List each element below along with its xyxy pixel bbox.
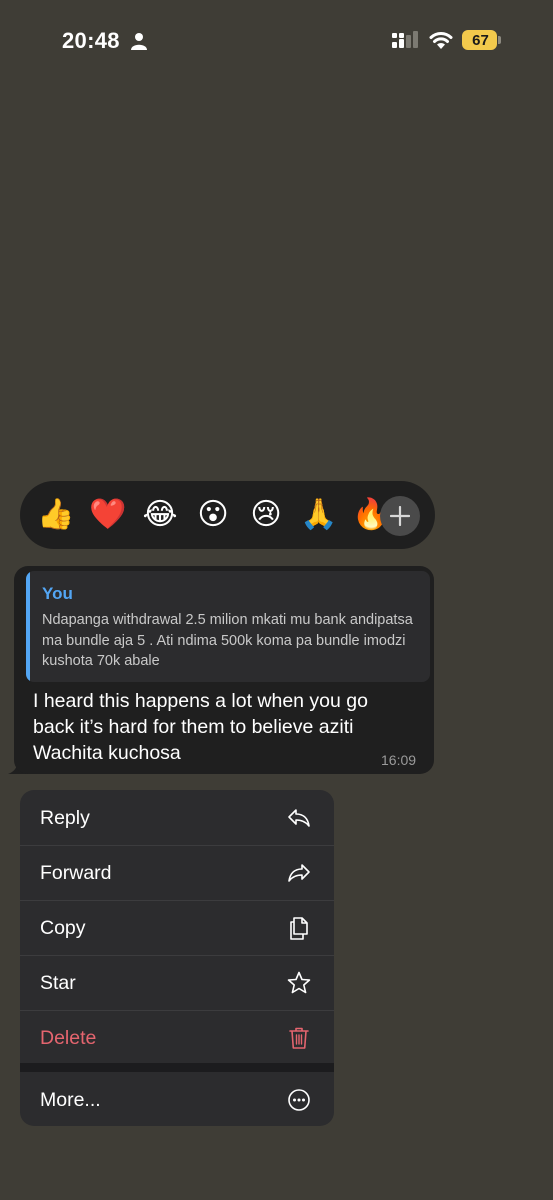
person-icon: [131, 33, 147, 50]
menu-item-label: Copy: [40, 917, 86, 939]
signal-icon: [392, 31, 418, 48]
menu-item-label: Forward: [40, 862, 112, 884]
menu-item-label: Reply: [40, 807, 90, 829]
reply-icon: [288, 809, 310, 827]
menu-section-gap: [20, 1063, 334, 1072]
quote-text: Ndapanga withdrawal 2.5 milion mkati mu …: [42, 612, 413, 669]
menu-item-copy[interactable]: Copy: [20, 900, 334, 955]
menu-item-forward[interactable]: Forward: [20, 845, 334, 900]
trash-icon: [289, 1027, 309, 1049]
status-time: 20:48: [62, 28, 120, 53]
message-time: 16:09: [381, 752, 417, 768]
quoted-message[interactable]: You Ndapanga withdrawal 2.5 milion mkati…: [26, 571, 430, 682]
reaction-pray[interactable]: 🙏: [299, 497, 339, 533]
wifi-icon: [429, 32, 453, 49]
menu-item-label: More...: [40, 1089, 101, 1111]
menu-item-star[interactable]: Star: [20, 955, 334, 1010]
quote-author: You: [42, 584, 73, 603]
reaction-cry[interactable]: 😢: [246, 497, 286, 533]
plus-icon: [390, 506, 410, 526]
quote-accent-bar: [26, 571, 30, 682]
menu-item-delete[interactable]: Delete: [20, 1010, 334, 1065]
forward-icon: [288, 864, 310, 882]
reaction-laugh[interactable]: 😂: [140, 497, 180, 533]
battery-level: 67: [462, 30, 497, 50]
menu-item-label: Delete: [40, 1027, 97, 1049]
menu-item-label: Star: [40, 972, 76, 994]
copy-icon: [290, 917, 308, 940]
more-icon: [288, 1089, 310, 1111]
battery-cap: [498, 36, 501, 44]
reaction-thumbs-up[interactable]: 👍: [36, 497, 76, 533]
menu-item-reply[interactable]: Reply: [20, 790, 334, 845]
more-reactions-button[interactable]: [380, 496, 420, 536]
menu-item-more[interactable]: More...: [20, 1072, 334, 1126]
message-text: I heard this happens a lot when you go b…: [33, 690, 368, 764]
battery-icon: 67: [462, 30, 502, 50]
reaction-heart[interactable]: ❤️: [88, 497, 128, 533]
context-menu: Reply Forward Copy Star Delete More...: [20, 790, 334, 1126]
reaction-bar: 👍 ❤️ 😂 😮 😢 🙏 🔥: [20, 481, 435, 549]
reaction-surprised[interactable]: 😮: [193, 497, 233, 533]
star-icon: [287, 971, 311, 994]
status-bar: 20:48 67: [0, 0, 553, 82]
